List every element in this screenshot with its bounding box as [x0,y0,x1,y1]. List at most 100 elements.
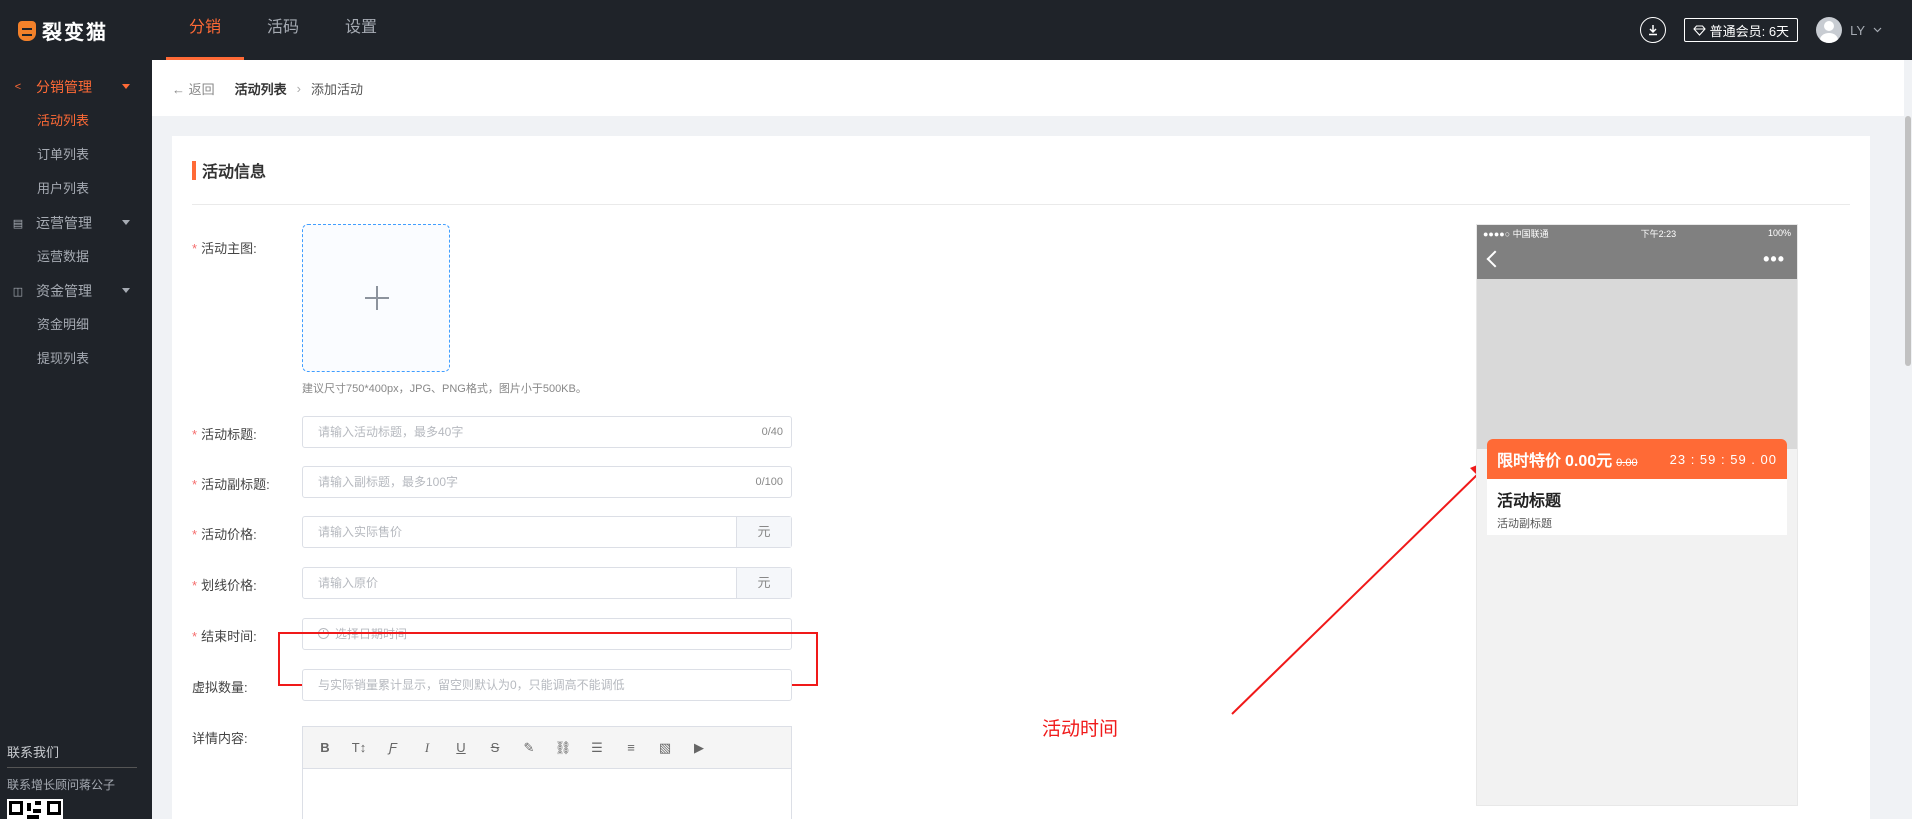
subtitle-count: 0/100 [755,476,783,488]
breadcrumb-parent[interactable]: 活动列表 [235,79,287,98]
breadcrumb-current: 添加活动 [311,81,364,97]
scrollbar-track[interactable] [1904,60,1912,819]
title-count: 0/40 [761,426,783,438]
preview-info-card: 活动标题 活动副标题 [1487,479,1787,535]
strikethrough-icon[interactable]: S [485,738,505,758]
divider [192,204,1850,205]
document-icon: ▤ [12,217,24,230]
header-actions: 普通会员: 6天 LY [1639,0,1882,60]
chevron-down-icon [1873,27,1882,33]
caret-down-icon [122,84,130,89]
battery: 100% [1767,228,1791,238]
scrollbar-thumb[interactable] [1905,116,1911,366]
subtitle-input[interactable]: 请输入副标题，最多100字 0/100 [302,466,792,498]
breadcrumb: ← 返回 活动列表 › 添加活动 [152,60,1912,116]
clock-icon [318,628,329,639]
image-upload[interactable] [302,224,450,372]
virtual-placeholder: 与实际销量累计显示，留空则默认为0，只能调高不能调低 [318,678,625,692]
sidebar-group-distribution[interactable]: < 分销管理 [0,70,152,104]
mobile-preview: ●●●●○ 中国联通 下午2:23 100% ••• 限时特价 0.00元 0.… [1476,224,1798,806]
upload-hint: 建议尺寸750*400px，JPG、PNG格式，图片小于500KB。 [302,383,587,395]
orig-price-input[interactable]: 请输入原价 元 [302,567,792,599]
topnav-live-code[interactable]: 活码 [244,0,322,60]
sidebar-item-operations-data[interactable]: 运营数据 [0,240,152,274]
rich-text-editor[interactable]: B T↕ Ƒ I U S ✎ ⛓ ☰ ≡ ▧ ▶ [302,726,792,819]
topnav-distribution[interactable]: 分销 [166,0,245,60]
font-icon[interactable]: Ƒ [383,738,403,758]
underline-icon[interactable]: U [451,738,471,758]
member-label: 普通会员: 6天 [1709,23,1790,39]
price-tag: 限时特价 [1497,453,1562,470]
contact-desc: 联系增长顾问蒋公子 [7,778,116,792]
diamond-icon [1692,24,1706,36]
annotation-label: 活动时间 [1042,719,1119,740]
carrier: ●●●●○ 中国联通 [1483,228,1549,239]
avatar [1816,17,1843,43]
more-icon[interactable]: ••• [1763,249,1785,270]
preview-price: 0.00元 [1565,453,1613,470]
user-menu[interactable]: LY [1816,17,1882,43]
align-icon[interactable]: ≡ [621,738,641,758]
image-icon[interactable]: ▧ [655,738,675,758]
sidebar-item-user-list[interactable]: 用户列表 [0,172,152,206]
highlight-pen-icon[interactable]: ✎ [519,738,539,758]
user-name: LY [1850,22,1865,38]
sidebar-group-funds[interactable]: ◫ 资金管理 [0,274,152,308]
sidebar-group-operations[interactable]: ▤ 运营管理 [0,206,152,240]
back-icon[interactable] [1486,250,1504,268]
contact-title: 联系我们 [7,742,137,768]
subtitle-placeholder: 请输入副标题，最多100字 [318,475,459,489]
logo-text: 裂变猫 [42,22,108,44]
phone-time: 下午2:23 [1640,228,1677,239]
sidebar-item-activity-list[interactable]: 活动列表 [0,104,152,138]
list-icon[interactable]: ☰ [587,738,607,758]
sidebar-group-label: 分销管理 [36,79,92,95]
contact-section: 联系我们 联系增长顾问蒋公子 [7,742,137,819]
sidebar-group-label: 运营管理 [36,215,92,231]
cat-logo-icon [18,20,36,41]
price-input[interactable]: 请输入实际售价 元 [302,516,792,548]
share-icon: < [14,81,22,93]
bold-icon[interactable]: B [315,738,335,758]
sidebar-item-order-list[interactable]: 订单列表 [0,138,152,172]
detail-label: 详情内容: [192,731,248,746]
countdown: 23 : 59 : 59 . 00 [1669,451,1777,467]
virtual-label: 虚拟数量: [192,680,248,695]
virtual-count-input[interactable]: 与实际销量累计显示，留空则默认为0，只能调高不能调低 [302,669,792,701]
link-icon[interactable]: ⛓ [553,738,573,758]
orig-price-placeholder: 请输入原价 [318,576,379,590]
preview-orig-price: 0.00 [1616,457,1638,469]
video-icon[interactable]: ▶ [689,738,709,758]
sidebar-group-label: 资金管理 [36,283,92,299]
end-time-picker[interactable]: 选择日期时间 [302,618,792,650]
back-link[interactable]: ← 返回 [172,79,215,98]
sidebar-item-withdraw-list[interactable]: 提现列表 [0,342,152,376]
price-label: * 活动价格: [192,527,257,542]
arrow-left-icon: ← [172,81,189,97]
preview-subtitle: 活动副标题 [1497,518,1552,530]
topnav-settings[interactable]: 设置 [322,0,400,60]
subtitle-label: * 活动副标题: [192,477,270,492]
orig-price-label: * 划线价格: [192,578,257,593]
member-badge[interactable]: 普通会员: 6天 [1683,18,1799,42]
top-nav: 分销 活码 设置 [166,0,400,60]
price-placeholder: 请输入实际售价 [318,525,403,539]
text-size-icon[interactable]: T↕ [349,738,369,758]
end-time-placeholder: 选择日期时间 [335,627,408,641]
preview-banner [1477,279,1797,449]
phone-status-bar: ●●●●○ 中国联通 下午2:23 100% [1477,225,1797,241]
title-input[interactable]: 请输入活动标题，最多40字 0/40 [302,416,792,448]
editor-toolbar: B T↕ Ƒ I U S ✎ ⛓ ☰ ≡ ▧ ▶ [303,727,791,769]
price-unit: 元 [736,517,791,547]
download-icon[interactable] [1639,17,1666,43]
caret-down-icon [122,288,130,293]
database-icon: ◫ [12,285,24,298]
main-image-label: * 活动主图: [192,241,257,256]
sidebar-item-fund-details[interactable]: 资金明细 [0,308,152,342]
app-logo[interactable]: 裂变猫 [18,16,108,45]
back-label: 返回 [188,81,215,97]
title-label: * 活动标题: [192,427,257,442]
preview-price-bar: 限时特价 0.00元 0.00 23 : 59 : 59 . 00 [1487,439,1787,479]
end-time-label: * 结束时间: [192,629,257,644]
italic-icon[interactable]: I [417,738,437,758]
